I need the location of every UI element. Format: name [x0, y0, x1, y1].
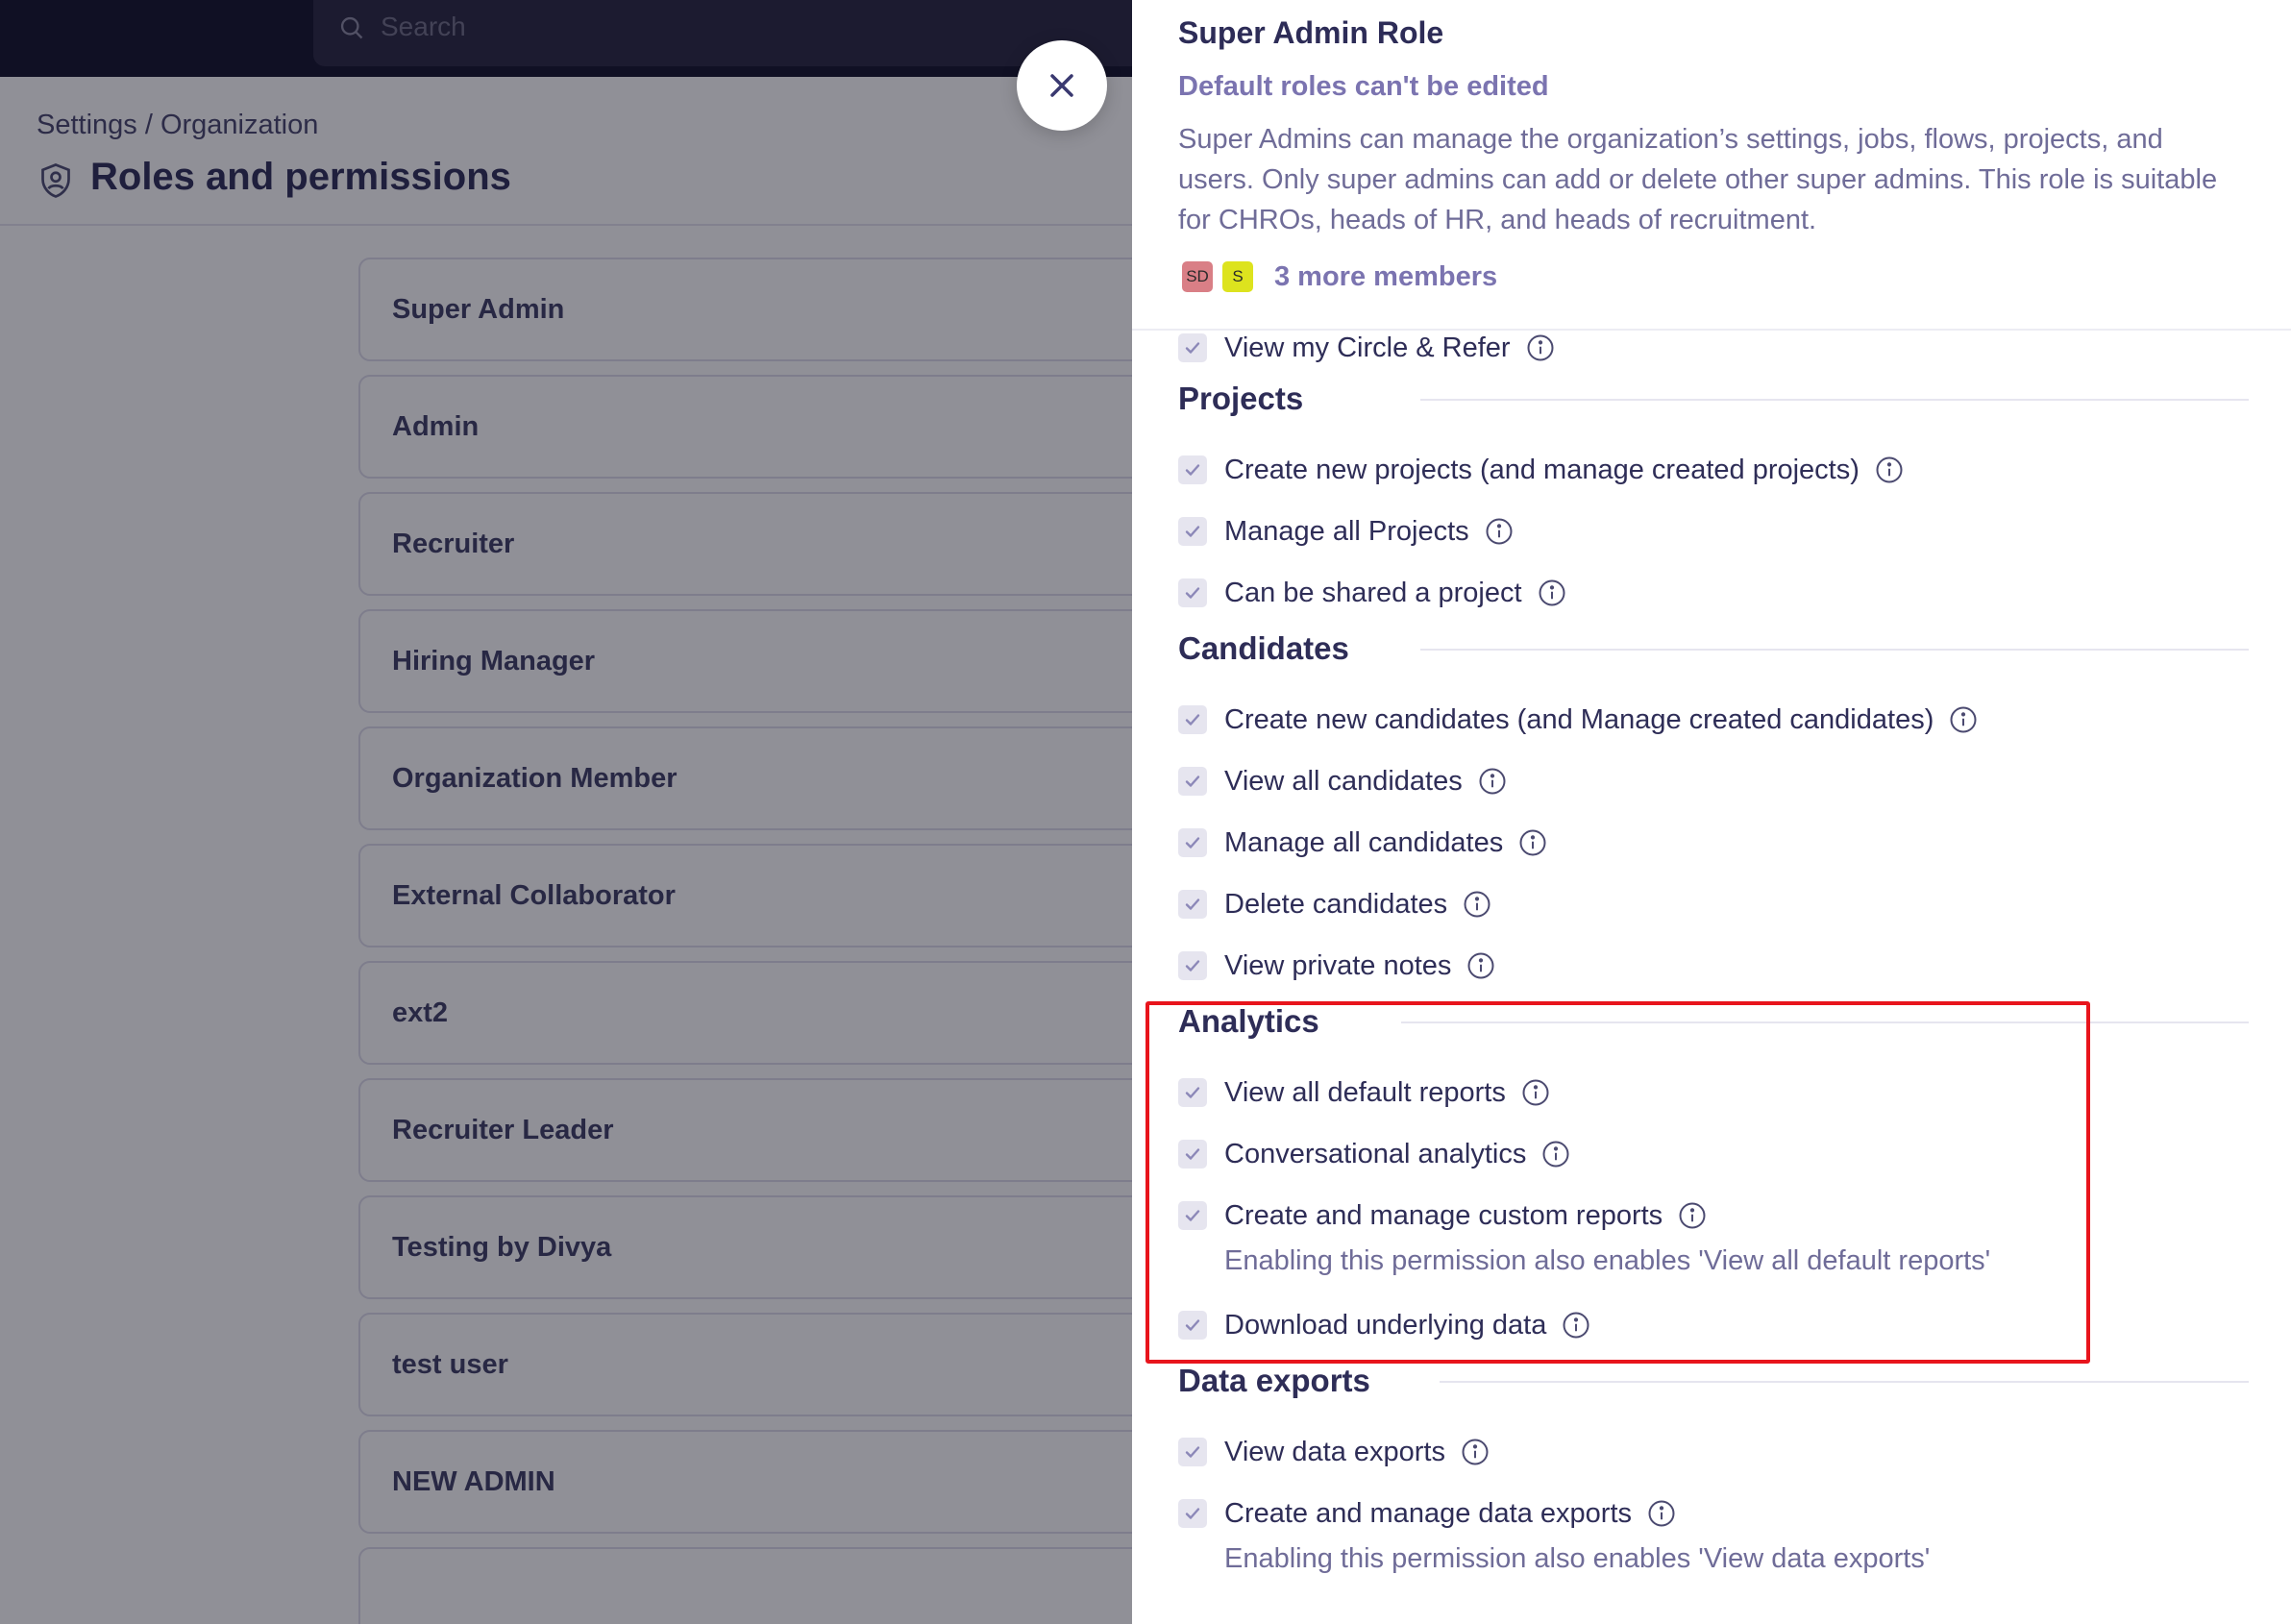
permission-checkbox[interactable]	[1178, 1499, 1207, 1528]
permission-row: Delete candidates	[1178, 885, 1491, 923]
permission-checkbox[interactable]	[1178, 767, 1207, 796]
close-drawer-button[interactable]	[1017, 40, 1107, 131]
permission-checkbox[interactable]	[1178, 333, 1207, 362]
check-icon	[1185, 464, 1200, 476]
info-icon[interactable]	[1875, 455, 1904, 484]
check-icon	[1185, 1446, 1200, 1458]
permission-label: Manage all Projects	[1224, 515, 1469, 547]
info-icon[interactable]	[1478, 767, 1507, 796]
analytics-highlight-box	[1146, 1001, 2090, 1364]
section-title-data-exports: Data exports	[1178, 1363, 1392, 1399]
info-icon[interactable]	[1538, 578, 1566, 607]
section-title-projects: Projects	[1178, 381, 1325, 417]
permission-checkbox[interactable]	[1178, 951, 1207, 980]
permission-row: Can be shared a project	[1178, 574, 1566, 612]
permissions-list[interactable]: View my Circle & Refer Projects Create n…	[1132, 332, 2291, 1624]
section-divider	[1440, 1381, 2249, 1383]
check-icon	[1185, 1508, 1200, 1519]
permission-row: View all candidates	[1178, 762, 1507, 800]
avatar[interactable]: SD	[1180, 259, 1215, 294]
check-icon	[1185, 960, 1200, 972]
check-icon	[1185, 898, 1200, 910]
info-icon[interactable]	[1485, 517, 1514, 546]
permission-row: View private notes	[1178, 947, 1495, 985]
permission-checkbox[interactable]	[1178, 455, 1207, 484]
permission-checkbox[interactable]	[1178, 517, 1207, 546]
permission-label: View all candidates	[1224, 765, 1463, 797]
member-avatars[interactable]: SD S 3 more members	[1180, 258, 1497, 296]
check-icon	[1185, 714, 1200, 726]
role-details-drawer: Super Admin Role Default roles can't be …	[1132, 0, 2291, 1624]
permission-label: View private notes	[1224, 949, 1452, 981]
check-icon	[1185, 342, 1200, 354]
permission-row: Create and manage data exports	[1178, 1494, 1676, 1533]
permission-checkbox[interactable]	[1178, 890, 1207, 919]
permission-checkbox[interactable]	[1178, 828, 1207, 857]
info-icon[interactable]	[1463, 890, 1491, 919]
info-icon[interactable]	[1949, 705, 1978, 734]
role-title: Super Admin Role	[1178, 15, 1444, 50]
check-icon	[1185, 775, 1200, 787]
check-icon	[1185, 837, 1200, 849]
info-icon[interactable]	[1518, 828, 1547, 857]
permission-row: Create new candidates (and Manage create…	[1178, 701, 1978, 739]
permission-label: Create new projects (and manage created …	[1224, 454, 1860, 485]
avatar[interactable]: S	[1220, 259, 1255, 294]
role-edit-note: Default roles can't be edited	[1178, 71, 1549, 102]
permission-label: Delete candidates	[1224, 888, 1448, 920]
permission-row: Manage all Projects	[1178, 512, 1514, 551]
more-members-link[interactable]: 3 more members	[1274, 261, 1497, 293]
permission-checkbox[interactable]	[1178, 1438, 1207, 1466]
permission-helper-text: Enabling this permission also enables 'V…	[1224, 1543, 1931, 1574]
role-description: Super Admins can manage the organization…	[1178, 124, 2218, 235]
info-icon[interactable]	[1526, 333, 1555, 362]
permission-checkbox[interactable]	[1178, 578, 1207, 607]
close-icon	[1050, 74, 1073, 97]
permission-label: View data exports	[1224, 1436, 1445, 1467]
info-icon[interactable]	[1647, 1499, 1676, 1528]
section-divider	[1420, 399, 2249, 401]
info-icon[interactable]	[1461, 1438, 1490, 1466]
info-icon[interactable]	[1466, 951, 1495, 980]
check-icon	[1185, 587, 1200, 599]
permission-label: Can be shared a project	[1224, 577, 1522, 608]
permission-label: Manage all candidates	[1224, 826, 1504, 858]
check-icon	[1185, 526, 1200, 537]
section-title-candidates: Candidates	[1178, 630, 1370, 667]
permission-label: Create new candidates (and Manage create…	[1224, 703, 1934, 735]
permission-row: Create new projects (and manage created …	[1178, 451, 1904, 489]
section-divider	[1420, 649, 2249, 651]
permission-row: View my Circle & Refer	[1178, 332, 1555, 367]
permission-checkbox[interactable]	[1178, 705, 1207, 734]
drawer-header: Super Admin Role Default roles can't be …	[1132, 0, 2291, 331]
permission-row: View data exports	[1178, 1433, 1490, 1471]
permission-row: Manage all candidates	[1178, 824, 1547, 862]
modal-backdrop[interactable]	[0, 0, 1132, 1624]
permission-label: View my Circle & Refer	[1224, 332, 1511, 363]
permission-label: Create and manage data exports	[1224, 1497, 1632, 1529]
